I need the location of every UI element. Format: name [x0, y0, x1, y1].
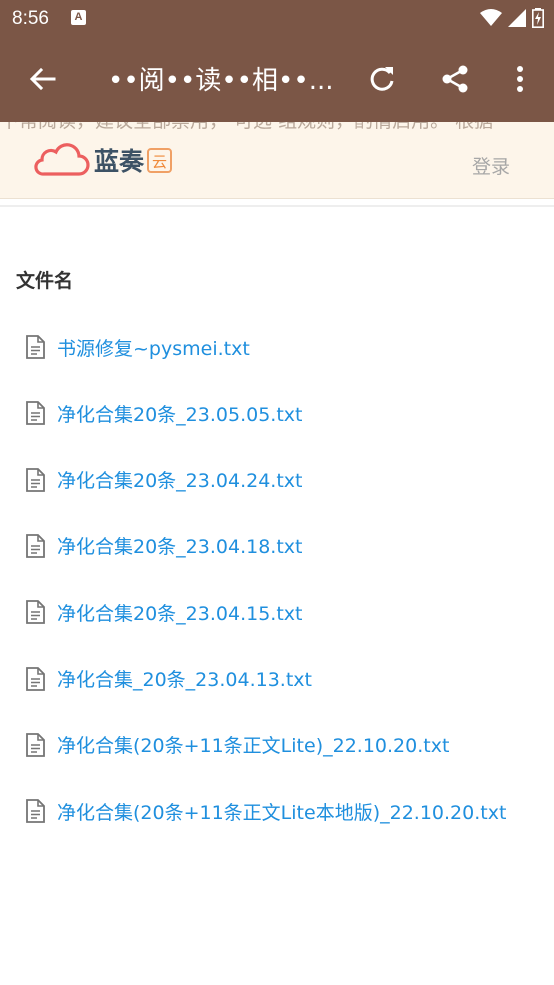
document-icon: [26, 799, 45, 823]
refresh-icon[interactable]: [365, 62, 399, 96]
status-time: 8:56: [12, 8, 49, 29]
document-icon: [26, 533, 45, 558]
file-item[interactable]: 净化合集20条_23.05.05.txt: [24, 396, 302, 430]
file-item[interactable]: 书源修复~pysmei.txt: [24, 330, 250, 364]
file-item[interactable]: 净化合集20条_23.04.18.txt: [24, 529, 302, 563]
site-logo[interactable]: 蓝奏 云: [32, 142, 173, 178]
file-link[interactable]: 净化合集20条_23.04.24.txt: [57, 466, 302, 493]
logo-text: 蓝奏: [94, 147, 145, 176]
signal-icon: [508, 9, 526, 27]
obscured-text: 下常阅读，建议全部禁用， 可选 组规则，酌情启用。 根据: [0, 122, 554, 133]
app-toolbar: 8:56 A ••阅••读••相••...: [0, 0, 554, 122]
logo-badge: 云: [147, 147, 173, 173]
document-icon: [26, 335, 45, 359]
file-item[interactable]: 净化合集(20条+11条正文Lite本地版)_22.10.20.txt: [24, 794, 506, 828]
file-item[interactable]: 净化合集20条_23.04.15.txt: [24, 595, 302, 629]
share-icon[interactable]: [438, 62, 472, 96]
file-item[interactable]: 净化合集(20条+11条正文Lite)_22.10.20.txt: [24, 728, 449, 762]
cloud-logo-icon: [34, 143, 90, 176]
more-options-icon[interactable]: [503, 62, 537, 96]
file-link[interactable]: 净化合集20条_23.04.18.txt: [57, 532, 302, 559]
file-link[interactable]: 净化合集20条_23.05.05.txt: [57, 400, 302, 427]
file-item[interactable]: 净化合集_20条_23.04.13.txt: [24, 662, 312, 696]
document-icon: [26, 401, 45, 426]
status-icons: [480, 8, 544, 28]
notification-icon: A: [71, 10, 86, 25]
document-icon: [26, 732, 45, 757]
login-link[interactable]: 登录: [472, 152, 510, 179]
back-arrow-icon[interactable]: [26, 62, 60, 96]
file-list-heading: 文件名: [16, 270, 74, 292]
document-icon: [26, 600, 45, 625]
wifi-icon: [480, 9, 502, 26]
page-title: ••阅••读••相••...: [108, 66, 334, 96]
file-link[interactable]: 净化合集(20条+11条正文Lite本地版)_22.10.20.txt: [57, 798, 506, 825]
file-link[interactable]: 净化合集_20条_23.04.13.txt: [57, 665, 312, 692]
file-link[interactable]: 书源修复~pysmei.txt: [57, 334, 250, 361]
header-divider: [0, 205, 554, 207]
file-item[interactable]: 净化合集20条_23.04.24.txt: [24, 463, 302, 497]
document-icon: [26, 666, 45, 691]
document-icon: [26, 467, 45, 492]
file-link[interactable]: 净化合集(20条+11条正文Lite)_22.10.20.txt: [57, 731, 449, 758]
site-header: 下常阅读，建议全部禁用， 可选 组规则，酌情启用。 根据 蓝奏 云 登录: [0, 122, 554, 199]
file-link[interactable]: 净化合集20条_23.04.15.txt: [57, 599, 302, 626]
battery-icon: [532, 8, 544, 28]
